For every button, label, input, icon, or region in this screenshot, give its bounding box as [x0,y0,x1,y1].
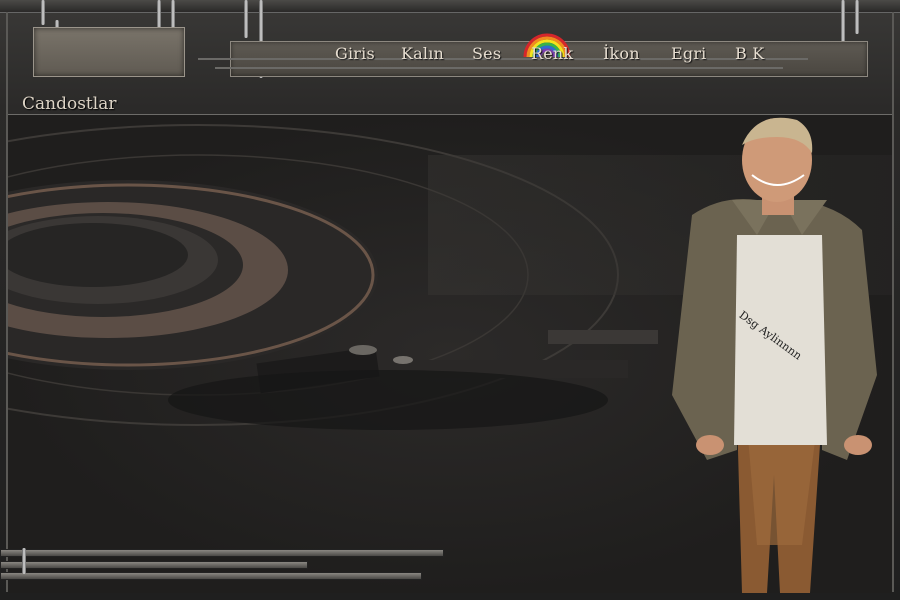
nav-item-ikon[interactable]: İkon [603,44,640,63]
nav-item-ses[interactable]: Ses [472,44,501,63]
site-title: Candostlar [22,94,117,114]
bottom-line [0,561,308,569]
nav-item-renk[interactable]: Renk [531,44,573,63]
frame-right-border [892,12,894,592]
decorative-rod [855,0,859,34]
decorative-rod [22,548,26,574]
top-frame-bar [0,0,900,13]
man-figure-image: Dsg Aylinnnn [672,117,877,593]
nav-item-giris[interactable]: Giris [335,44,375,63]
page: Giris Kalın Ses Renk İkon Egri B K Cando… [0,0,900,600]
decorative-rod [41,0,45,25]
header-logo-box [33,27,185,77]
nav-line [215,67,783,69]
bottom-line [0,549,444,557]
nav-item-kalin[interactable]: Kalın [401,44,444,63]
bottom-line [0,572,422,580]
nav-item-bk[interactable]: B K [735,44,764,63]
decorative-rod [244,0,248,38]
nav-line [198,58,808,60]
content-area: Dsg Aylinnnn [8,115,892,593]
nav-item-egri[interactable]: Egri [671,44,707,63]
